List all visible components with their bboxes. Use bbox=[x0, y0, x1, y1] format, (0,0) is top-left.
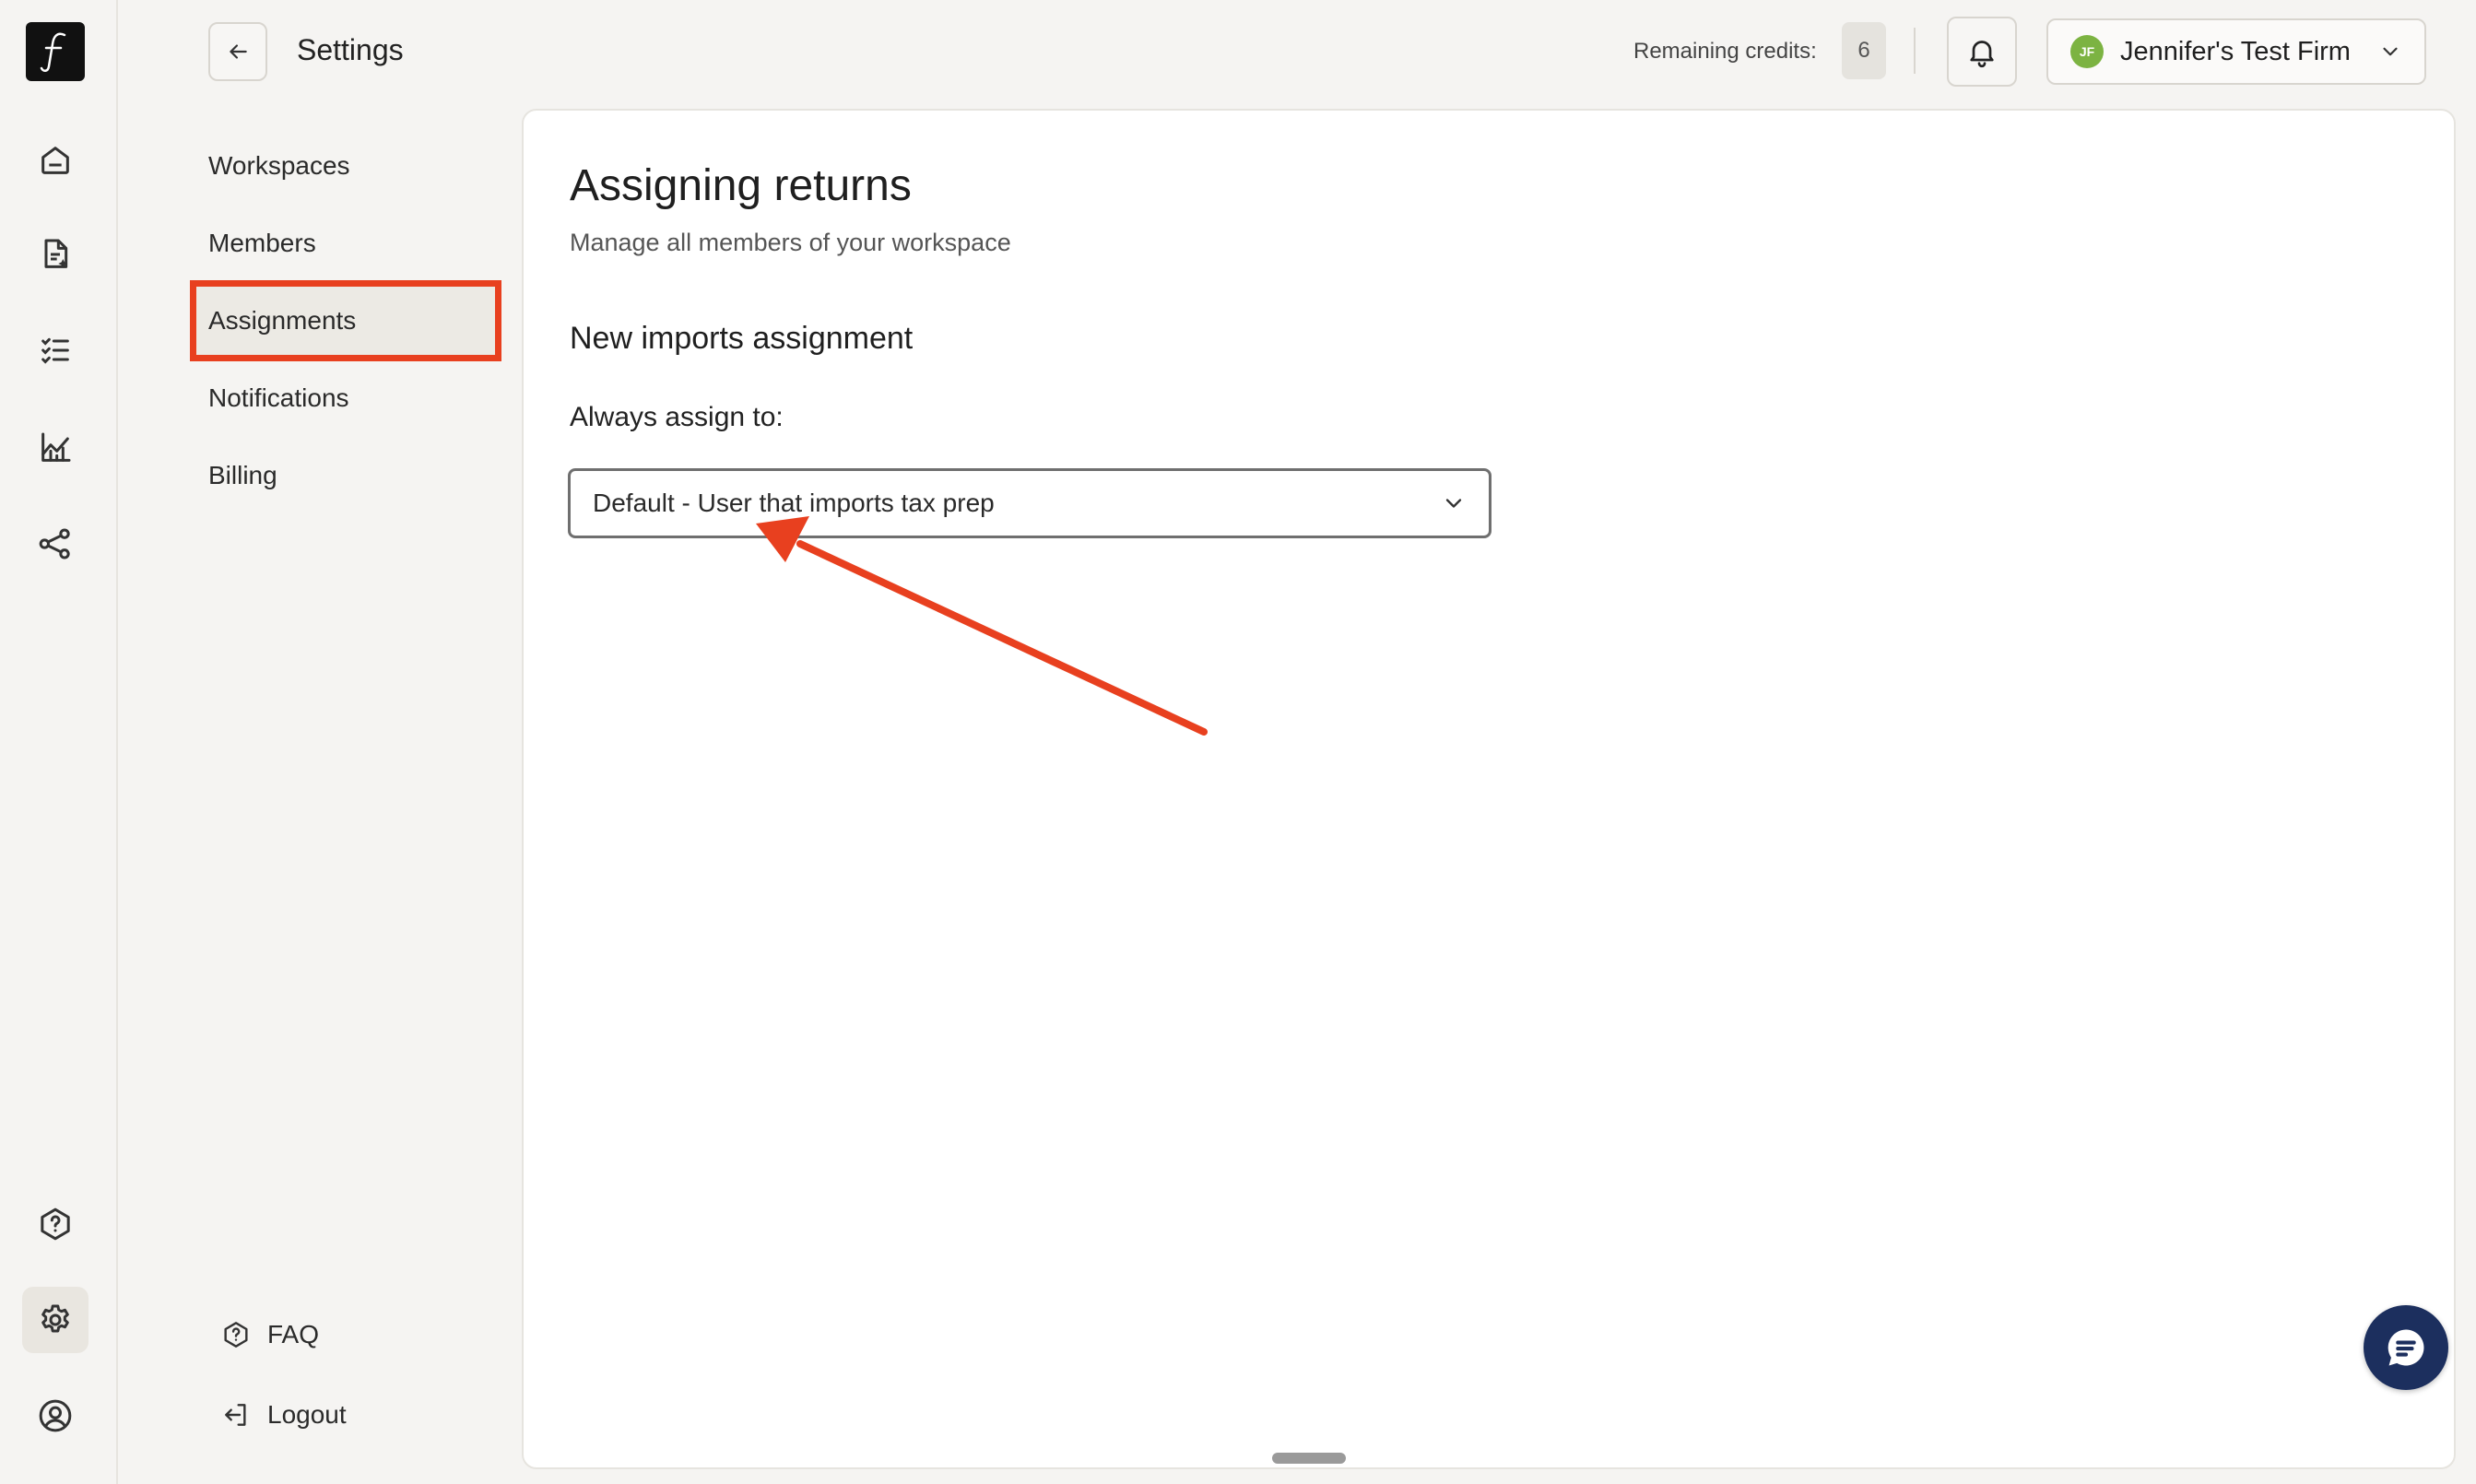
firm-selector[interactable]: JF Jennifer's Test Firm bbox=[2046, 18, 2426, 85]
faq-link[interactable]: FAQ bbox=[221, 1312, 319, 1358]
subnav-item-label: Assignments bbox=[208, 306, 357, 335]
home-icon[interactable] bbox=[22, 127, 88, 194]
subnav-item-label: Workspaces bbox=[208, 151, 350, 180]
logout-link[interactable]: Logout bbox=[221, 1392, 347, 1438]
arrow-left-icon bbox=[230, 44, 247, 59]
subnav-item-members[interactable]: Members bbox=[194, 206, 498, 280]
credits-badge: 6 bbox=[1842, 22, 1886, 79]
logout-label: Logout bbox=[267, 1400, 347, 1429]
subnav-item-notifications[interactable]: Notifications bbox=[194, 361, 498, 435]
settings-icon[interactable] bbox=[22, 1287, 88, 1353]
document-icon[interactable] bbox=[22, 221, 88, 288]
chart-icon[interactable] bbox=[22, 415, 88, 481]
credits-label: Remaining credits: bbox=[1633, 39, 1817, 64]
main-panel: Assigning returns Manage all members of … bbox=[522, 109, 2456, 1469]
back-button[interactable] bbox=[208, 22, 267, 81]
page-title: Settings bbox=[297, 33, 404, 66]
section-subtitle: Manage all members of your workspace bbox=[570, 229, 1011, 256]
chevron-down-icon bbox=[1445, 499, 1462, 508]
logout-icon bbox=[225, 1404, 246, 1426]
checklist-icon[interactable] bbox=[22, 317, 88, 383]
subnav-item-billing[interactable]: Billing bbox=[194, 439, 498, 512]
logo-icon[interactable] bbox=[26, 22, 85, 81]
assign-label: Always assign to: bbox=[570, 402, 784, 432]
faq-label: FAQ bbox=[267, 1320, 320, 1349]
subnav-item-label: Notifications bbox=[208, 383, 349, 412]
firm-name: Jennifer's Test Firm bbox=[2120, 36, 2351, 66]
share-icon[interactable] bbox=[22, 511, 88, 577]
scroll-handle[interactable] bbox=[1272, 1453, 1346, 1464]
help-icon[interactable] bbox=[22, 1191, 88, 1257]
subnav-item-label: Billing bbox=[208, 461, 277, 489]
dropdown-value: Default - User that imports tax prep bbox=[593, 489, 995, 517]
header-divider bbox=[1914, 28, 1916, 74]
subsection-heading: New imports assignment bbox=[570, 321, 914, 356]
user-icon[interactable] bbox=[22, 1383, 88, 1449]
section-heading: Assigning returns bbox=[570, 161, 912, 210]
subnav-item-assignments[interactable]: Assignments bbox=[190, 280, 501, 361]
subnav-item-label: Members bbox=[208, 229, 316, 257]
subnav-item-workspaces[interactable]: Workspaces bbox=[194, 129, 498, 203]
chevron-down-icon bbox=[2383, 47, 2398, 56]
avatar: JF bbox=[2070, 35, 2104, 68]
chat-button[interactable] bbox=[2364, 1305, 2448, 1390]
help-icon bbox=[224, 1322, 248, 1348]
assign-to-dropdown[interactable]: Default - User that imports tax prep bbox=[568, 468, 1491, 538]
notifications-button[interactable] bbox=[1947, 17, 2017, 87]
left-rail bbox=[0, 0, 118, 1484]
bell-icon bbox=[1970, 41, 1994, 68]
chat-icon bbox=[2388, 1329, 2424, 1366]
